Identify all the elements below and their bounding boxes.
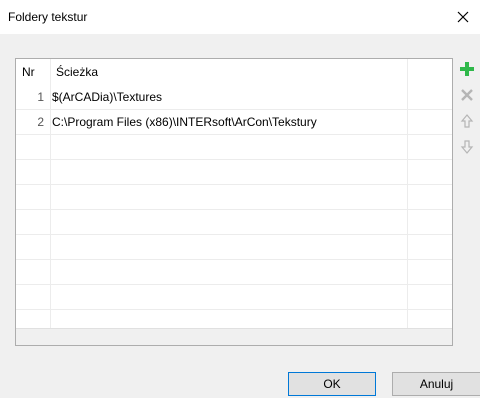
empty-row [16, 185, 452, 210]
close-button[interactable] [446, 0, 480, 34]
close-icon [457, 11, 469, 23]
ok-button[interactable]: OK [288, 372, 376, 396]
list-header: Nr Ścieżka [16, 59, 452, 85]
row-path: $(ArCADia)\Textures [52, 90, 163, 104]
add-icon [460, 62, 474, 76]
list-row[interactable]: 2 C:\Program Files (x86)\INTERsoft\ArCon… [16, 110, 452, 135]
row-number: 2 [37, 115, 44, 129]
delete-folder-button[interactable] [458, 86, 476, 104]
dialog-title: Foldery tekstur [8, 10, 88, 24]
move-up-button[interactable] [458, 112, 476, 130]
move-up-icon [460, 114, 474, 128]
list-row[interactable]: 1 $(ArCADia)\Textures [16, 85, 452, 110]
delete-icon [461, 89, 473, 101]
folders-list[interactable]: Nr Ścieżka 1 $(ArCADia)\Textures 2 C:\Pr… [15, 58, 453, 346]
empty-row [16, 235, 452, 260]
title-bar: Foldery tekstur [0, 0, 480, 34]
list-rows: 1 $(ArCADia)\Textures 2 C:\Program Files… [16, 85, 452, 335]
column-header-nr[interactable]: Nr [22, 59, 35, 85]
empty-row [16, 160, 452, 185]
empty-row [16, 135, 452, 160]
move-down-button[interactable] [458, 138, 476, 156]
column-header-path[interactable]: Ścieżka [56, 59, 98, 85]
cancel-button[interactable]: Anuluj [392, 372, 480, 396]
row-path: C:\Program Files (x86)\INTERsoft\ArCon\T… [52, 115, 317, 129]
horizontal-scrollbar[interactable] [16, 328, 452, 345]
empty-row [16, 285, 452, 310]
empty-row [16, 260, 452, 285]
list-toolbar [458, 60, 476, 164]
empty-row [16, 210, 452, 235]
row-number: 1 [37, 90, 44, 104]
move-down-icon [460, 140, 474, 154]
add-folder-button[interactable] [458, 60, 476, 78]
